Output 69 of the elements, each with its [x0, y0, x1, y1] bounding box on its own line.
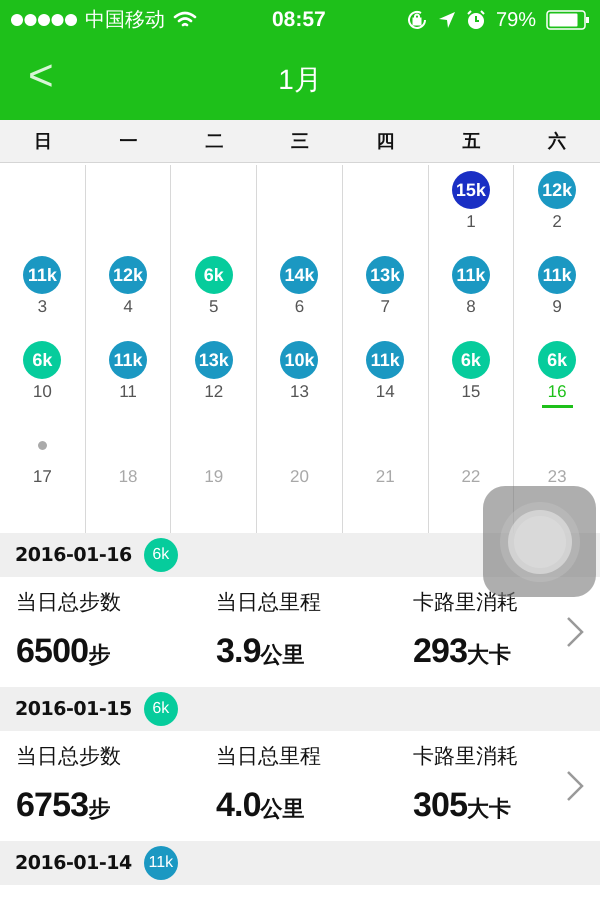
step-badge: 11k	[109, 341, 148, 379]
location-arrow-icon	[438, 11, 456, 29]
battery-icon	[546, 10, 590, 30]
alarm-icon	[466, 10, 486, 30]
day-number[interactable]: 14	[376, 381, 395, 403]
record-date: 2016-01-15	[15, 696, 132, 722]
step-badge: 11k	[23, 256, 62, 294]
chevron-right-icon	[566, 616, 584, 648]
weekday-label: 一	[118, 130, 139, 152]
day-number[interactable]: 12	[204, 381, 224, 403]
stat-value: 4.0公里	[216, 785, 306, 826]
day-number[interactable]: 7	[380, 296, 390, 318]
step-badge: 13k	[194, 341, 233, 379]
weekday-label: 二	[204, 130, 224, 152]
battery-percent: 79%	[496, 8, 536, 33]
weekday-label: 日	[32, 130, 53, 152]
day-number[interactable]: 9	[552, 296, 562, 318]
step-badge: 11k	[538, 256, 576, 294]
day-number[interactable]: 3	[38, 296, 48, 318]
stat-value: 293大卡	[413, 631, 512, 672]
step-badge: 14k	[280, 256, 318, 294]
day-number[interactable]: 8	[466, 296, 476, 318]
step-badge: 15k	[452, 171, 490, 209]
wifi-icon	[173, 11, 197, 29]
weekday-label: 六	[546, 130, 568, 152]
rotation-lock-icon	[406, 9, 428, 31]
day-number[interactable]: 15	[461, 381, 480, 403]
stat-label: 当日总步数	[16, 744, 122, 770]
step-badge: 6k	[452, 341, 490, 379]
stat-value: 6500步	[16, 631, 112, 672]
step-badge: 6k	[194, 256, 233, 294]
stat-label: 当日总里程	[216, 744, 322, 770]
stat-label: 当日总里程	[216, 590, 322, 616]
stat-value: 6753步	[16, 785, 112, 826]
step-badge: 6k	[144, 538, 178, 572]
stat-value: 3.9公里	[216, 631, 306, 672]
step-badge: 10k	[280, 341, 318, 379]
step-badge: 12k	[109, 256, 148, 294]
step-badge: 6k	[538, 341, 576, 379]
stat-value: 305大卡	[413, 785, 512, 826]
carrier-name: 中国移动	[85, 8, 165, 33]
day-number[interactable]: 10	[32, 381, 52, 403]
day-number[interactable]: 2	[552, 211, 562, 233]
chevron-right-icon	[566, 770, 584, 802]
weekday-label: 三	[290, 130, 310, 152]
day-number[interactable]: 1	[466, 211, 476, 233]
step-badge: 13k	[366, 256, 404, 294]
stat-label: 卡路里消耗	[413, 590, 519, 616]
step-badge: 6k	[144, 692, 178, 726]
signal-icon	[10, 13, 78, 27]
weekday-label: 五	[461, 130, 482, 152]
clock-time: 08:57	[272, 7, 326, 34]
record-date: 2016-01-14	[15, 850, 132, 876]
day-number[interactable]: 4	[123, 296, 133, 318]
day-number[interactable]: 5	[209, 296, 219, 318]
step-badge: 11k	[366, 341, 404, 379]
step-badge: 11k	[144, 846, 178, 880]
step-badge: 6k	[23, 341, 62, 379]
day-number[interactable]: 17	[32, 466, 52, 488]
day-number[interactable]: 6	[294, 296, 304, 318]
stat-label: 卡路里消耗	[413, 744, 519, 770]
month-title: 1月	[278, 63, 322, 97]
step-badge: 12k	[538, 171, 576, 209]
day-number[interactable]: 13	[290, 381, 309, 403]
stat-label: 当日总步数	[16, 590, 122, 616]
day-number[interactable]: 11	[119, 381, 137, 403]
weekday-label: 四	[376, 130, 396, 152]
record-date: 2016-01-16	[15, 542, 132, 568]
step-badge: 11k	[452, 256, 490, 294]
